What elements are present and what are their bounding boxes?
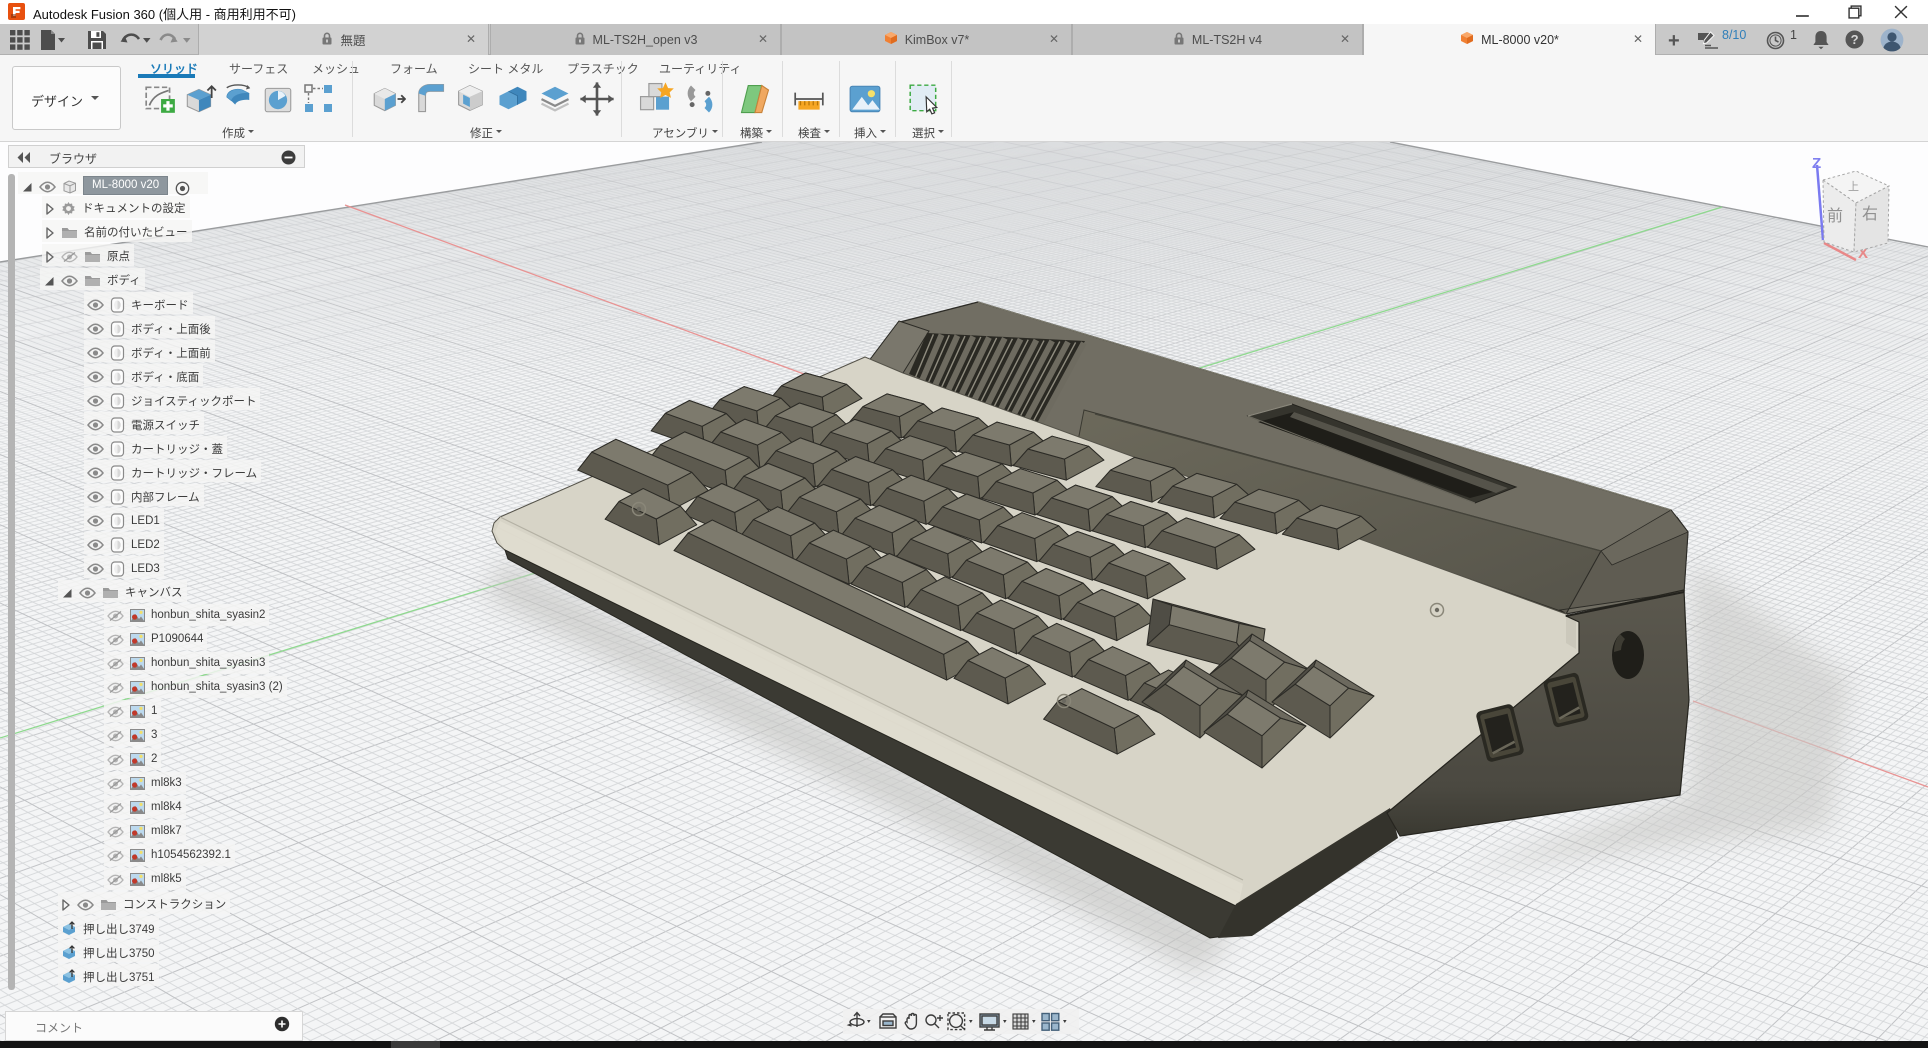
svg-text:右: 右 xyxy=(1862,205,1878,223)
svg-text:前: 前 xyxy=(1827,207,1843,225)
svg-text:上: 上 xyxy=(1848,180,1859,193)
svg-text:Z: Z xyxy=(1812,155,1821,172)
svg-text:?: ? xyxy=(1851,32,1859,47)
